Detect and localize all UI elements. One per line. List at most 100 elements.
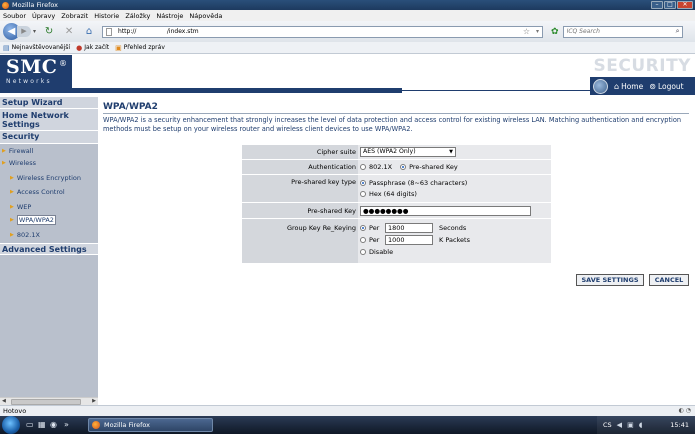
rekey-packets-unit: K Packets: [439, 236, 470, 244]
sidebar-item-access-control[interactable]: ▶ Access Control: [0, 186, 98, 197]
bookmark-getting-started[interactable]: ● Jak začít: [76, 44, 109, 52]
authentication-options: 802.1X Pre-shared Key: [360, 163, 458, 171]
home-icon[interactable]: ⌂: [82, 25, 96, 39]
sidebar-advanced-settings[interactable]: Advanced Settings: [0, 243, 98, 255]
menu-napoveda[interactable]: Nápověda: [189, 12, 222, 20]
cipher-suite-label: Cipher suite: [316, 148, 356, 156]
reload-icon[interactable]: ↻: [42, 25, 56, 39]
rekey-seconds-input[interactable]: 1800: [385, 223, 433, 233]
home-link[interactable]: ⌂ Home: [614, 82, 643, 91]
psk-input[interactable]: ●●●●●●●●: [360, 206, 531, 216]
header-divider: [0, 88, 402, 93]
sidebar-setup-wizard[interactable]: Setup Wizard: [0, 97, 98, 109]
page-description: WPA/WPA2 is a security enhancement that …: [103, 116, 682, 133]
url-dropdown-icon[interactable]: ▾: [536, 28, 539, 35]
sidebar-home-network-settings[interactable]: Home Network Settings: [0, 109, 98, 131]
system-tray: CS ◀ ▣ ◖ 15:41: [597, 416, 695, 434]
firefox-icon: [92, 421, 100, 429]
row-separator: [242, 174, 551, 175]
menu-zobrazit[interactable]: Zobrazit: [61, 12, 88, 20]
sidebar-horizontal-scrollbar[interactable]: ◀ ▶: [0, 397, 98, 405]
show-desktop-icon[interactable]: ▭: [26, 420, 34, 429]
language-indicator[interactable]: CS: [603, 421, 612, 429]
bookmark-most-visited[interactable]: ▤ Nejnavštěvovanější: [3, 44, 70, 52]
sidebar-item-wep[interactable]: ▶ WEP: [0, 201, 98, 212]
logout-link[interactable]: ⊚ Logout: [649, 82, 683, 91]
header-nav: ⌂ Home ⊚ Logout: [590, 77, 695, 95]
forward-button[interactable]: ▶: [17, 26, 31, 37]
rekey-seconds-unit: Seconds: [439, 224, 467, 232]
title-divider: [103, 113, 689, 114]
maximize-button[interactable]: □: [664, 1, 676, 9]
clock[interactable]: 15:41: [670, 421, 689, 429]
psk-passphrase-radio[interactable]: [360, 180, 366, 186]
icq-icon[interactable]: ✿: [551, 27, 559, 37]
quicklaunch-more-icon[interactable]: »: [64, 420, 69, 429]
arrow-icon: ▶: [10, 188, 14, 195]
rekey-packets-input[interactable]: 1000: [385, 235, 433, 245]
menu-historie[interactable]: Historie: [94, 12, 119, 20]
scroll-right-icon[interactable]: ▶: [92, 398, 96, 404]
psk-hex-radio[interactable]: [360, 190, 366, 197]
rss-icon: ▣: [115, 43, 122, 52]
search-icon[interactable]: ⌕: [676, 27, 680, 36]
windows-taskbar: ▭ ▦ ◉ » Mozilla Firefox CS ◀ ▣ ◖ 15:41: [0, 416, 695, 434]
sidebar-item-wpa-wpa2[interactable]: ▶ WPA/WPA2: [0, 214, 98, 225]
navigation-toolbar: ◀ ▶ ▾ ↻ ✕ ⌂ ☆ ▾ ✿ ⌕: [0, 21, 695, 42]
url-bar: ☆ ▾: [102, 25, 544, 38]
save-settings-button[interactable]: SAVE SETTINGS: [576, 274, 644, 286]
sidebar-item-802-1x[interactable]: ▶ 802.1X: [0, 229, 98, 240]
network-icon[interactable]: ▣: [627, 421, 634, 429]
rekey-disable-option: Disable: [360, 246, 470, 257]
firefox-quicklaunch-icon[interactable]: ◉: [50, 420, 57, 429]
sidebar-item-wireless-encryption[interactable]: ▶ Wireless Encryption: [0, 172, 98, 183]
start-button[interactable]: [2, 416, 20, 434]
auth-psk-radio[interactable]: [400, 164, 407, 170]
minimize-button[interactable]: –: [651, 1, 663, 9]
psk-type-passphrase-option: Passphrase (8~63 characters): [360, 178, 467, 188]
rekey-packets-radio[interactable]: [360, 237, 366, 243]
firefox-icon: [2, 1, 9, 9]
cancel-button[interactable]: CANCEL: [649, 274, 689, 286]
router-header: SMC ® Networks SECURITY ⌂ Home ⊚ Logout: [0, 55, 695, 97]
psk-type-options: Passphrase (8~63 characters) Hex (64 dig…: [360, 178, 467, 199]
bookmark-news[interactable]: ▣ Přehled zpráv: [115, 44, 165, 52]
close-button[interactable]: ✕: [677, 1, 693, 9]
rekey-disable-label: Disable: [369, 247, 394, 256]
bookmark-star-icon[interactable]: ☆: [523, 27, 530, 36]
status-addon-icon[interactable]: ◐ ◔: [679, 406, 691, 416]
cipher-suite-select[interactable]: AES (WPA2 Only) ▼: [360, 147, 456, 157]
rekey-disable-radio[interactable]: [360, 248, 366, 255]
taskbar-firefox-button[interactable]: Mozilla Firefox: [88, 418, 213, 432]
switch-windows-icon[interactable]: ▦: [38, 420, 46, 429]
rekey-options: Per 1800 Seconds Per 1000 K Packets Disa…: [360, 222, 470, 257]
search-input[interactable]: [566, 28, 667, 35]
wpa-settings-form: Cipher suite AES (WPA2 Only) ▼ Authentic…: [242, 145, 551, 263]
menu-soubor[interactable]: Soubor: [3, 12, 26, 20]
rekey-seconds-option: Per 1800 Seconds: [360, 222, 470, 234]
sidebar-item-wireless[interactable]: ▶ Wireless: [0, 157, 98, 168]
psk-hex-label: Hex (64 digits): [369, 189, 417, 198]
window-controls: – □ ✕: [651, 1, 693, 9]
volume-icon[interactable]: ◖: [639, 421, 643, 429]
scroll-left-icon[interactable]: ◀: [2, 398, 6, 404]
stop-icon[interactable]: ✕: [62, 25, 76, 39]
rekey-label: Group Key Re_Keying: [286, 224, 356, 232]
auth-psk-label: Pre-shared Key: [409, 163, 458, 171]
sidebar-security[interactable]: Security: [0, 131, 98, 144]
url-input[interactable]: [118, 28, 479, 35]
menu-upravy[interactable]: Úpravy: [32, 12, 55, 20]
menu-nastroje[interactable]: Nástroje: [156, 12, 183, 20]
tray-arrow-icon[interactable]: ◀: [617, 421, 622, 429]
sidebar-item-firewall[interactable]: ▶ Firewall: [0, 145, 98, 156]
header-divider-thin: [402, 90, 590, 91]
search-bar: ⌕: [562, 25, 683, 38]
history-dropdown-icon[interactable]: ▾: [33, 28, 36, 35]
window-title-bar: Mozilla Firefox – □ ✕: [0, 0, 695, 10]
arrow-icon: ▶: [10, 231, 14, 238]
menu-zalozky[interactable]: Záložky: [125, 12, 150, 20]
auth-8021x-radio[interactable]: [360, 164, 366, 170]
rekey-seconds-radio[interactable]: [360, 225, 366, 231]
psk-passphrase-label: Passphrase (8~63 characters): [369, 179, 468, 187]
psk-type-label: Pre-shared key type: [291, 178, 356, 186]
